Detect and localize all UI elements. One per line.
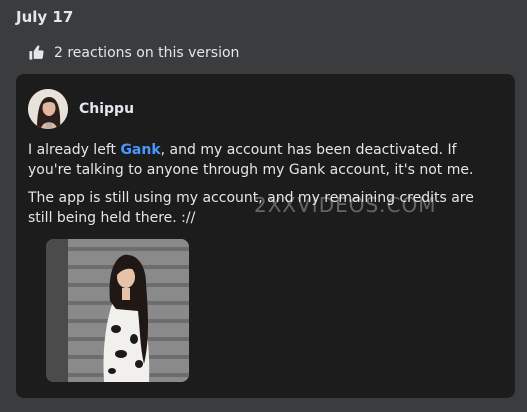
post-paragraph-2: The app is still using my account, and m…: [28, 190, 474, 226]
mention-link[interactable]: Gank: [120, 142, 160, 158]
post-paragraph-1: I already left Gank, and my account has …: [28, 140, 498, 180]
post-photo[interactable]: [46, 239, 189, 382]
post-card: Chippu I already left Gank, and my accou…: [16, 74, 515, 398]
avatar[interactable]: [28, 89, 68, 129]
author-name[interactable]: Chippu: [79, 101, 134, 117]
reactions-summary[interactable]: 2 reactions on this version: [28, 44, 239, 61]
date-heading: July 17: [16, 8, 74, 26]
paragraph-1-text-before: I already left: [28, 142, 121, 158]
reactions-text: 2 reactions on this version: [54, 44, 240, 61]
post-author: Chippu: [28, 89, 134, 129]
thumbs-up-icon: [28, 44, 45, 61]
post-body: I already left Gank, and my account has …: [28, 140, 498, 236]
